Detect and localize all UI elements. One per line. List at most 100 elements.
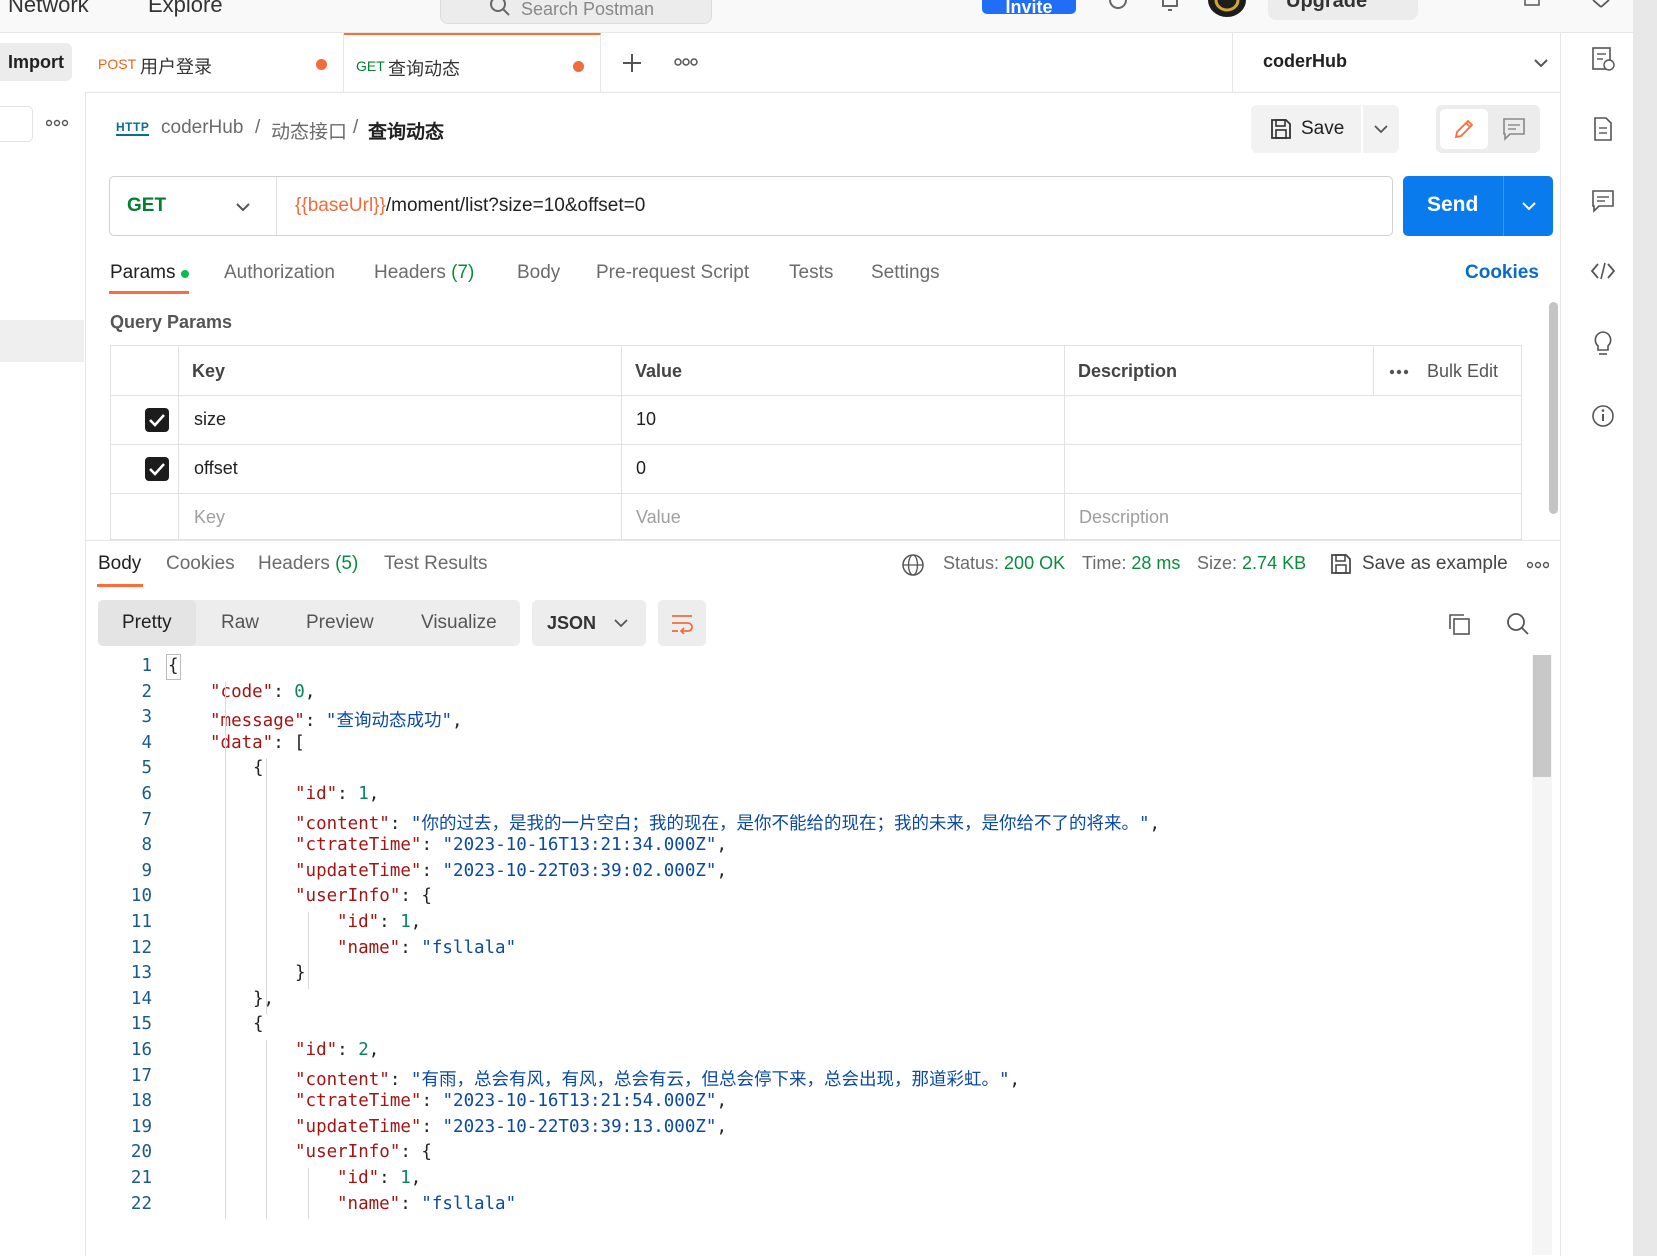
method-selector[interactable]: GET	[110, 177, 277, 235]
copy-icon[interactable]	[1447, 612, 1471, 636]
param-key[interactable]: offset	[194, 458, 238, 479]
sidebar-filter-input[interactable]	[0, 106, 33, 142]
close-icon[interactable]	[1592, 0, 1610, 8]
edit-mode-button[interactable]	[1440, 109, 1488, 149]
tab-body[interactable]: Body	[517, 262, 560, 284]
breadcrumb-folder[interactable]: 动态接口	[271, 117, 347, 144]
tab-authorization[interactable]: Authorization	[224, 262, 335, 284]
new-param-value-input[interactable]: Value	[636, 507, 681, 528]
response-status[interactable]: Status: 200 OK	[943, 553, 1065, 574]
bracket-match-highlight	[166, 654, 181, 680]
format-pretty-label[interactable]: Pretty	[122, 612, 172, 634]
bulk-edit-button[interactable]: Bulk Edit	[1427, 361, 1498, 382]
url-path: /moment/list?size=10&offset=0	[385, 195, 646, 216]
indent-guide	[225, 681, 226, 1220]
search-response-icon[interactable]	[1506, 612, 1530, 636]
param-value[interactable]: 10	[636, 409, 656, 430]
line-number: 11	[130, 912, 152, 932]
info-icon[interactable]	[1591, 404, 1615, 428]
view-mode-toggle	[1436, 105, 1540, 153]
window-scrollbar[interactable]	[1633, 0, 1657, 1256]
response-scrollbar-thumb[interactable]	[1533, 655, 1551, 777]
param-key[interactable]: size	[194, 409, 226, 430]
request-panel-scrollbar[interactable]	[1549, 302, 1558, 514]
search-placeholder: Search Postman	[521, 0, 655, 19]
response-more-icon[interactable]	[1527, 561, 1549, 569]
table-more-icon[interactable]	[1389, 368, 1409, 376]
sidebar-selected-item[interactable]	[0, 320, 84, 362]
column-header-value: Value	[635, 361, 683, 381]
row-divider	[111, 493, 1521, 494]
bell-icon[interactable]	[1160, 0, 1180, 14]
tab-headers[interactable]: Headers (7)	[374, 262, 474, 284]
environment-selector[interactable]: coderHub	[1232, 33, 1548, 92]
language-value: JSON	[547, 613, 597, 633]
maximize-icon[interactable]	[1524, 0, 1540, 6]
chevron-down-icon[interactable]	[1521, 201, 1537, 211]
language-selector[interactable]: JSON	[532, 600, 646, 646]
tab-title: 用户登录	[140, 57, 212, 77]
documentation-icon[interactable]	[1593, 116, 1613, 142]
row-divider	[111, 444, 1521, 445]
nav-explore[interactable]: Explore	[148, 0, 223, 18]
nav-network[interactable]: Network	[8, 0, 89, 18]
save-options-button[interactable]	[1363, 105, 1399, 153]
breadcrumb-collection[interactable]: coderHub	[161, 117, 243, 139]
response-divider[interactable]	[85, 540, 1560, 541]
settings-icon[interactable]	[1106, 0, 1130, 14]
param-value[interactable]: 0	[636, 458, 646, 479]
response-time[interactable]: Time: 28 ms	[1082, 553, 1180, 574]
send-separator	[1503, 176, 1504, 236]
tab-tests[interactable]: Tests	[789, 262, 833, 284]
avatar[interactable]	[1208, 0, 1246, 18]
new-param-key-input[interactable]: Key	[194, 507, 225, 528]
time-value: 28 ms	[1131, 553, 1181, 573]
tab-settings[interactable]: Settings	[871, 262, 940, 284]
cookies-link[interactable]: Cookies	[1465, 262, 1539, 284]
response-tab-headers[interactable]: Headers (5)	[258, 553, 358, 575]
tab-user-login[interactable]: POST 用户登录	[85, 33, 344, 92]
new-tab-icon[interactable]	[621, 52, 643, 74]
code-line: "userInfo": {	[295, 886, 432, 907]
url-input[interactable]: {{baseUrl}}/moment/list?size=10&offset=0	[295, 195, 645, 217]
comment-mode-icon[interactable]	[1502, 117, 1526, 141]
send-button[interactable]: Send	[1403, 176, 1553, 236]
wrap-lines-button[interactable]	[658, 600, 706, 646]
upgrade-button[interactable]: Upgrade	[1268, 0, 1418, 20]
new-param-description-input[interactable]: Description	[1079, 507, 1169, 528]
tab-params[interactable]: Params	[110, 262, 175, 284]
import-button[interactable]: Import	[0, 43, 72, 81]
code-snippet-icon[interactable]	[1590, 261, 1616, 281]
response-tab-body[interactable]: Body	[98, 553, 141, 575]
more-tabs-icon[interactable]	[674, 57, 698, 67]
response-tab-test-results[interactable]: Test Results	[384, 553, 487, 575]
indent-guide	[266, 1040, 267, 1220]
response-body-editor[interactable]: 1{2 "code": 0, 3 "message": "查询动态成功", 4 "data…	[98, 652, 1518, 1256]
status-value: 200 OK	[1004, 553, 1066, 573]
globe-icon[interactable]	[901, 553, 925, 577]
line-number: 7	[141, 809, 152, 830]
breadcrumb-current[interactable]: 查询动态	[368, 117, 444, 144]
format-visualize-button[interactable]: Visualize	[421, 612, 497, 634]
response-tab-cookies[interactable]: Cookies	[166, 553, 235, 575]
tab-query-moments[interactable]: GET 查询动态	[344, 33, 601, 92]
sidebar-more-icon[interactable]	[46, 119, 68, 127]
invite-button[interactable]: Invite	[982, 0, 1076, 17]
line-number: 20	[130, 1142, 152, 1163]
tab-title: 查询动态	[388, 59, 460, 79]
lightbulb-icon[interactable]	[1591, 330, 1615, 356]
save-button[interactable]: Save	[1251, 105, 1361, 153]
format-raw-button[interactable]: Raw	[221, 612, 259, 634]
environment-name: coderHub	[1263, 51, 1348, 71]
param-checkbox[interactable]	[145, 457, 169, 481]
tab-pre-request-script[interactable]: Pre-request Script	[596, 262, 749, 284]
comments-icon[interactable]	[1591, 189, 1615, 213]
method-value: GET	[127, 195, 167, 216]
save-as-example-button[interactable]: Save as example	[1362, 553, 1508, 575]
search-box[interactable]: Search Postman	[440, 0, 712, 24]
format-preview-button[interactable]: Preview	[306, 612, 374, 634]
param-checkbox[interactable]	[145, 408, 169, 432]
response-size[interactable]: Size: 2.74 KB	[1197, 553, 1306, 574]
environment-quicklook-icon[interactable]	[1590, 46, 1616, 72]
query-params-table: Key Value Description Bulk Edit size 10 …	[110, 345, 1522, 541]
